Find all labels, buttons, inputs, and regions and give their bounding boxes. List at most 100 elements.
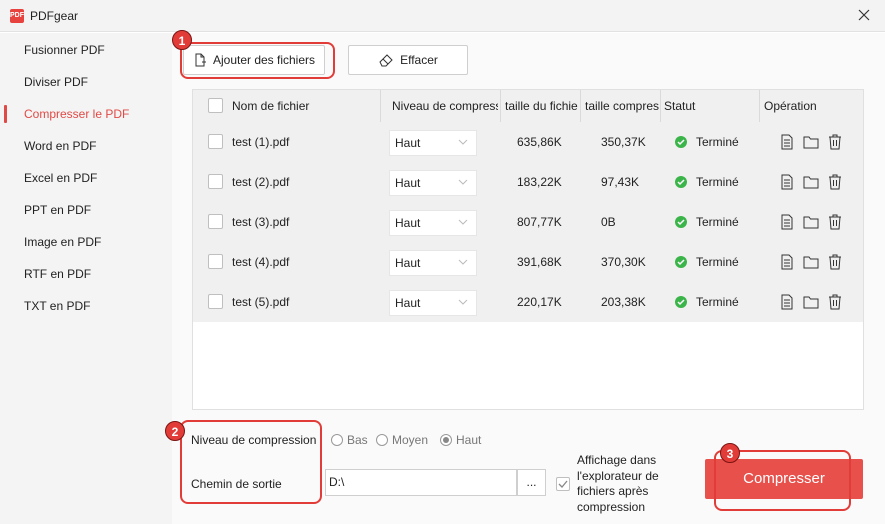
table-header: Nom de fichier Niveau de compression tai… bbox=[193, 90, 863, 122]
level-select[interactable]: Haut bbox=[389, 170, 477, 196]
file-name: test (1).pdf bbox=[232, 135, 290, 149]
level-value: Haut bbox=[395, 256, 421, 270]
check-icon bbox=[675, 216, 687, 228]
status-text: Terminé bbox=[696, 175, 739, 189]
column-divider bbox=[580, 90, 581, 122]
table-row: test (2).pdf Haut 183,22K 97,43K Terminé bbox=[193, 162, 863, 202]
row-checkbox[interactable] bbox=[208, 174, 223, 189]
annotation-badge-2: 2 bbox=[165, 421, 185, 441]
trash-icon[interactable] bbox=[827, 174, 843, 190]
annotation-badge-3: 3 bbox=[720, 443, 740, 463]
browse-button[interactable]: ... bbox=[517, 469, 546, 496]
output-path-input[interactable]: D:\ bbox=[325, 469, 517, 496]
title-bar: PDF PDFgear bbox=[0, 0, 885, 32]
document-icon[interactable] bbox=[779, 254, 795, 270]
checkmark-icon bbox=[558, 480, 568, 488]
clear-label: Effacer bbox=[400, 53, 438, 67]
trash-icon[interactable] bbox=[827, 254, 843, 270]
level-value: Haut bbox=[395, 296, 421, 310]
level-select[interactable]: Haut bbox=[389, 290, 477, 316]
header-operation: Opération bbox=[764, 99, 817, 113]
document-icon[interactable] bbox=[779, 214, 795, 230]
folder-icon[interactable] bbox=[803, 174, 819, 190]
highlight-box-2 bbox=[180, 420, 322, 504]
chevron-down-icon bbox=[458, 139, 468, 145]
check-icon bbox=[675, 176, 687, 188]
compressed-size: 0B bbox=[601, 215, 616, 229]
table-row: test (4).pdf Haut 391,68K 370,30K Termin… bbox=[193, 242, 863, 282]
level-select[interactable]: Haut bbox=[389, 130, 477, 156]
select-all-checkbox[interactable] bbox=[208, 98, 223, 113]
header-compressed: taille compressée bbox=[585, 99, 659, 113]
column-divider bbox=[500, 90, 501, 122]
file-name: test (2).pdf bbox=[232, 175, 290, 189]
close-icon[interactable] bbox=[857, 8, 871, 22]
folder-icon[interactable] bbox=[803, 134, 819, 150]
file-size: 183,22K bbox=[517, 175, 562, 189]
chevron-down-icon bbox=[458, 179, 468, 185]
radio-bas-label: Bas bbox=[347, 433, 368, 447]
radio-moyen-label: Moyen bbox=[392, 433, 429, 447]
app-logo: PDF bbox=[10, 9, 24, 23]
folder-icon[interactable] bbox=[803, 214, 819, 230]
header-status: Statut bbox=[664, 99, 696, 113]
table-row: test (5).pdf Haut 220,17K 203,38K Termin… bbox=[193, 282, 863, 322]
clear-button[interactable]: Effacer bbox=[348, 45, 468, 75]
check-icon bbox=[675, 256, 687, 268]
table-row: test (1).pdf Haut 635,86K 350,37K Termin… bbox=[193, 122, 863, 162]
sidebar-item-fusionner[interactable]: Fusionner PDF bbox=[0, 34, 172, 66]
header-name: Nom de fichier bbox=[232, 99, 310, 113]
column-divider bbox=[380, 90, 381, 122]
sidebar-item-txt[interactable]: TXT en PDF bbox=[0, 290, 172, 322]
folder-icon[interactable] bbox=[803, 254, 819, 270]
sidebar-item-word[interactable]: Word en PDF bbox=[0, 130, 172, 162]
trash-icon[interactable] bbox=[827, 134, 843, 150]
header-level: Niveau de compression bbox=[392, 99, 498, 113]
file-size: 220,17K bbox=[517, 295, 562, 309]
sidebar-item-rtf[interactable]: RTF en PDF bbox=[0, 258, 172, 290]
row-checkbox[interactable] bbox=[208, 214, 223, 229]
compressed-size: 203,38K bbox=[601, 295, 646, 309]
file-table: Nom de fichier Niveau de compression tai… bbox=[192, 89, 864, 410]
chevron-down-icon bbox=[458, 219, 468, 225]
folder-icon[interactable] bbox=[803, 294, 819, 310]
explorer-label: Affichage dans l'explorateur de fichiers… bbox=[577, 453, 659, 514]
sidebar-item-compresser[interactable]: Compresser le PDF bbox=[0, 98, 172, 130]
annotation-badge-1: 1 bbox=[172, 30, 192, 50]
row-checkbox[interactable] bbox=[208, 134, 223, 149]
document-icon[interactable] bbox=[779, 294, 795, 310]
level-select[interactable]: Haut bbox=[389, 210, 477, 236]
header-size: taille du fichier bbox=[505, 99, 578, 113]
radio-moyen[interactable] bbox=[376, 434, 388, 446]
check-icon bbox=[675, 296, 687, 308]
compressed-size: 350,37K bbox=[601, 135, 646, 149]
status-text: Terminé bbox=[696, 135, 739, 149]
sidebar-item-diviser[interactable]: Diviser PDF bbox=[0, 66, 172, 98]
status-text: Terminé bbox=[696, 255, 739, 269]
column-divider bbox=[759, 90, 760, 122]
trash-icon[interactable] bbox=[827, 214, 843, 230]
file-size: 391,68K bbox=[517, 255, 562, 269]
explorer-checkbox[interactable] bbox=[556, 477, 570, 491]
chevron-down-icon bbox=[458, 259, 468, 265]
chevron-down-icon bbox=[458, 299, 468, 305]
compressed-size: 370,30K bbox=[601, 255, 646, 269]
status-text: Terminé bbox=[696, 215, 739, 229]
row-checkbox[interactable] bbox=[208, 254, 223, 269]
document-icon[interactable] bbox=[779, 134, 795, 150]
document-icon[interactable] bbox=[779, 174, 795, 190]
level-value: Haut bbox=[395, 176, 421, 190]
radio-bas[interactable] bbox=[331, 434, 343, 446]
sidebar-item-ppt[interactable]: PPT en PDF bbox=[0, 194, 172, 226]
file-size: 807,77K bbox=[517, 215, 562, 229]
sidebar-item-image[interactable]: Image en PDF bbox=[0, 226, 172, 258]
radio-haut[interactable] bbox=[440, 434, 452, 446]
check-icon bbox=[675, 136, 687, 148]
trash-icon[interactable] bbox=[827, 294, 843, 310]
sidebar-item-excel[interactable]: Excel en PDF bbox=[0, 162, 172, 194]
row-checkbox[interactable] bbox=[208, 294, 223, 309]
file-size: 635,86K bbox=[517, 135, 562, 149]
file-name: test (3).pdf bbox=[232, 215, 290, 229]
level-value: Haut bbox=[395, 216, 421, 230]
level-select[interactable]: Haut bbox=[389, 250, 477, 276]
